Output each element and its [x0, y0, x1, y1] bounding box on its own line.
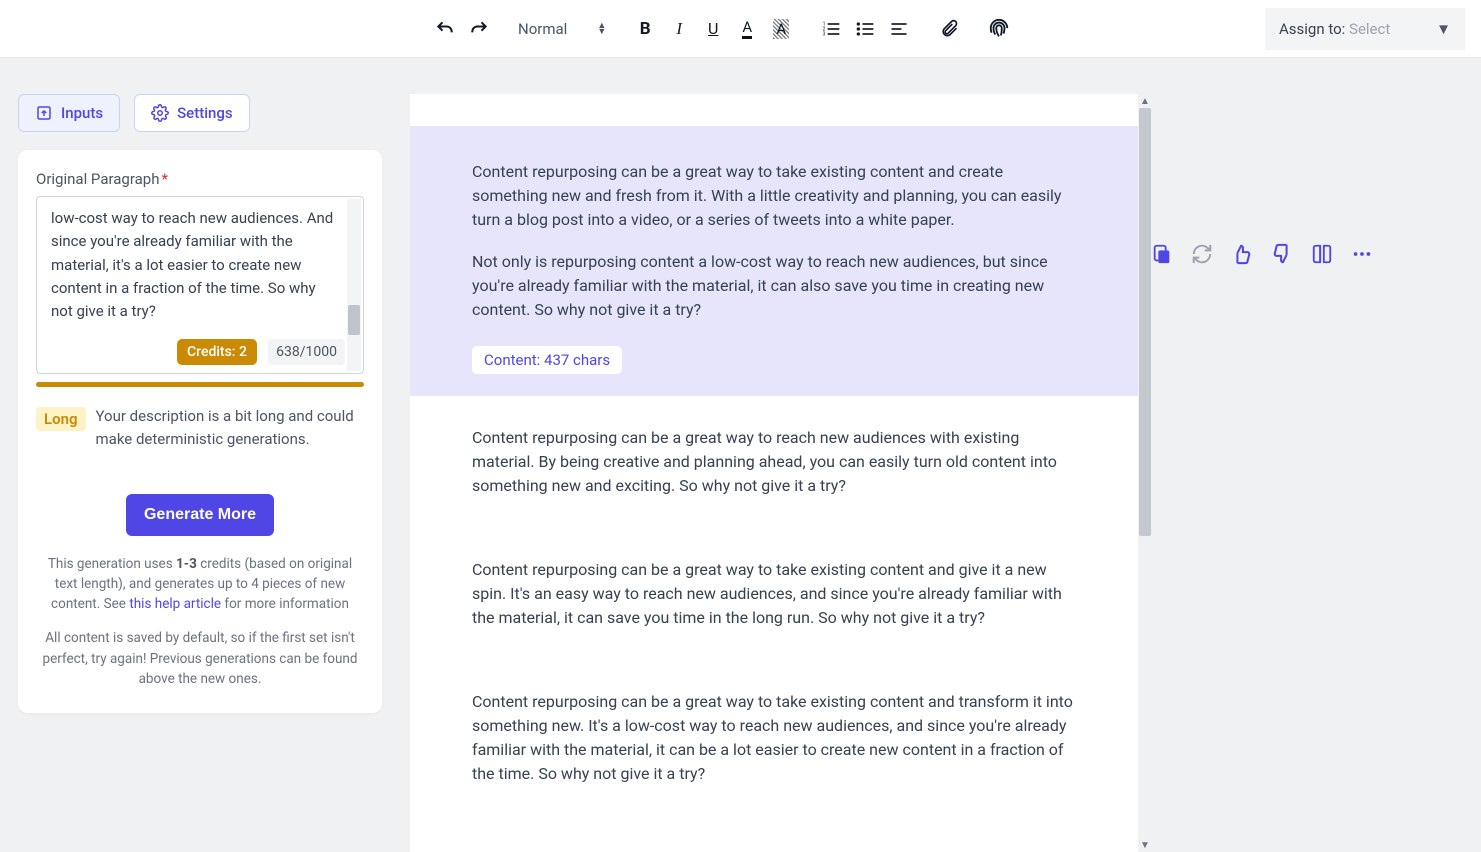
output-block[interactable]: Content repurposing can be a great way t…	[410, 528, 1138, 660]
assign-to-placeholder: Select	[1349, 20, 1390, 38]
main-workspace: Inputs Settings Original Paragraph* low-…	[0, 58, 1481, 852]
attachment-button[interactable]	[938, 18, 960, 40]
char-count-badge: Content: 437 chars	[472, 346, 622, 374]
highlight-button[interactable]: A	[770, 18, 792, 40]
help-article-link[interactable]: this help article	[129, 596, 221, 612]
redo-button[interactable]	[468, 18, 490, 40]
bold-button[interactable]: B	[634, 18, 656, 40]
output-block[interactable]: Content repurposing can be a great way t…	[410, 396, 1138, 528]
length-warning-text: Your description is a bit long and could…	[96, 405, 364, 452]
length-warning-badge: Long	[36, 407, 86, 431]
assign-to-label: Assign to:	[1279, 20, 1345, 38]
thumbs-down-button[interactable]	[1270, 242, 1294, 266]
output-paragraph: Content repurposing can be a great way t…	[472, 426, 1076, 498]
editor-toolbar: Normal ▲▼ B I U A A 123 Assign to: Selec…	[0, 0, 1481, 58]
output-document: Content repurposing can be a great way t…	[410, 94, 1138, 852]
save-info-text: All content is saved by default, so if t…	[36, 628, 364, 689]
regenerate-button[interactable]	[1190, 242, 1214, 266]
assign-to-select[interactable]: Assign to: Select ▼	[1265, 8, 1465, 50]
scroll-thumb[interactable]	[1139, 108, 1151, 536]
tab-inputs-label: Inputs	[61, 104, 103, 122]
generate-more-button[interactable]: Generate More	[126, 494, 274, 536]
tab-settings-label: Settings	[177, 104, 233, 122]
textarea-scrollbar[interactable]	[347, 199, 361, 371]
italic-button[interactable]: I	[668, 18, 690, 40]
sidebar: Inputs Settings Original Paragraph* low-…	[18, 94, 382, 713]
upload-icon	[35, 104, 53, 122]
credits-info-text: This generation uses 1-3 credits (based …	[36, 554, 364, 615]
more-button[interactable]	[1350, 242, 1374, 266]
length-progress-bar	[36, 382, 364, 387]
scroll-down-arrow[interactable]: ▼	[1138, 838, 1152, 852]
align-button[interactable]	[888, 18, 910, 40]
ordered-list-button[interactable]: 123	[820, 18, 842, 40]
tab-inputs[interactable]: Inputs	[18, 94, 120, 132]
unordered-list-button[interactable]	[854, 18, 876, 40]
doc-scrollbar[interactable]: ▲ ▼	[1138, 94, 1152, 852]
output-scroll-area[interactable]: Content repurposing can be a great way t…	[410, 94, 1138, 852]
svg-text:3: 3	[823, 31, 826, 37]
chevron-down-icon: ▼	[1436, 20, 1451, 38]
tab-settings[interactable]: Settings	[134, 94, 250, 132]
output-block[interactable]: Content repurposing can be a great way t…	[410, 126, 1138, 396]
format-select[interactable]: Normal ▲▼	[518, 20, 606, 38]
scroll-up-arrow[interactable]: ▲	[1138, 94, 1152, 108]
output-paragraph: Content repurposing can be a great way t…	[472, 690, 1076, 786]
underline-button[interactable]: U	[702, 18, 724, 40]
text-color-button[interactable]: A	[736, 18, 758, 40]
output-actions	[1150, 242, 1374, 266]
output-block[interactable]: Content repurposing can be a great way t…	[410, 660, 1138, 816]
chevron-updown-icon: ▲▼	[597, 23, 606, 35]
original-paragraph-textarea[interactable]: low-cost way to reach new audiences. And…	[36, 196, 364, 374]
library-button[interactable]	[1310, 242, 1334, 266]
gear-icon	[151, 104, 169, 122]
copy-button[interactable]	[1150, 242, 1174, 266]
output-paragraph: Content repurposing can be a great way t…	[472, 160, 1076, 232]
input-panel: Original Paragraph* low-cost way to reac…	[18, 150, 382, 713]
format-select-label: Normal	[518, 20, 567, 38]
output-paragraph: Content repurposing can be a great way t…	[472, 558, 1076, 630]
input-label: Original Paragraph	[36, 170, 159, 188]
required-star: *	[161, 170, 167, 188]
thumbs-up-button[interactable]	[1230, 242, 1254, 266]
fingerprint-button[interactable]	[988, 18, 1010, 40]
undo-button[interactable]	[434, 18, 456, 40]
output-paragraph: Not only is repurposing content a low-co…	[472, 250, 1076, 322]
char-counter: 638/1000	[268, 339, 345, 365]
credits-badge: Credits: 2	[177, 339, 257, 365]
